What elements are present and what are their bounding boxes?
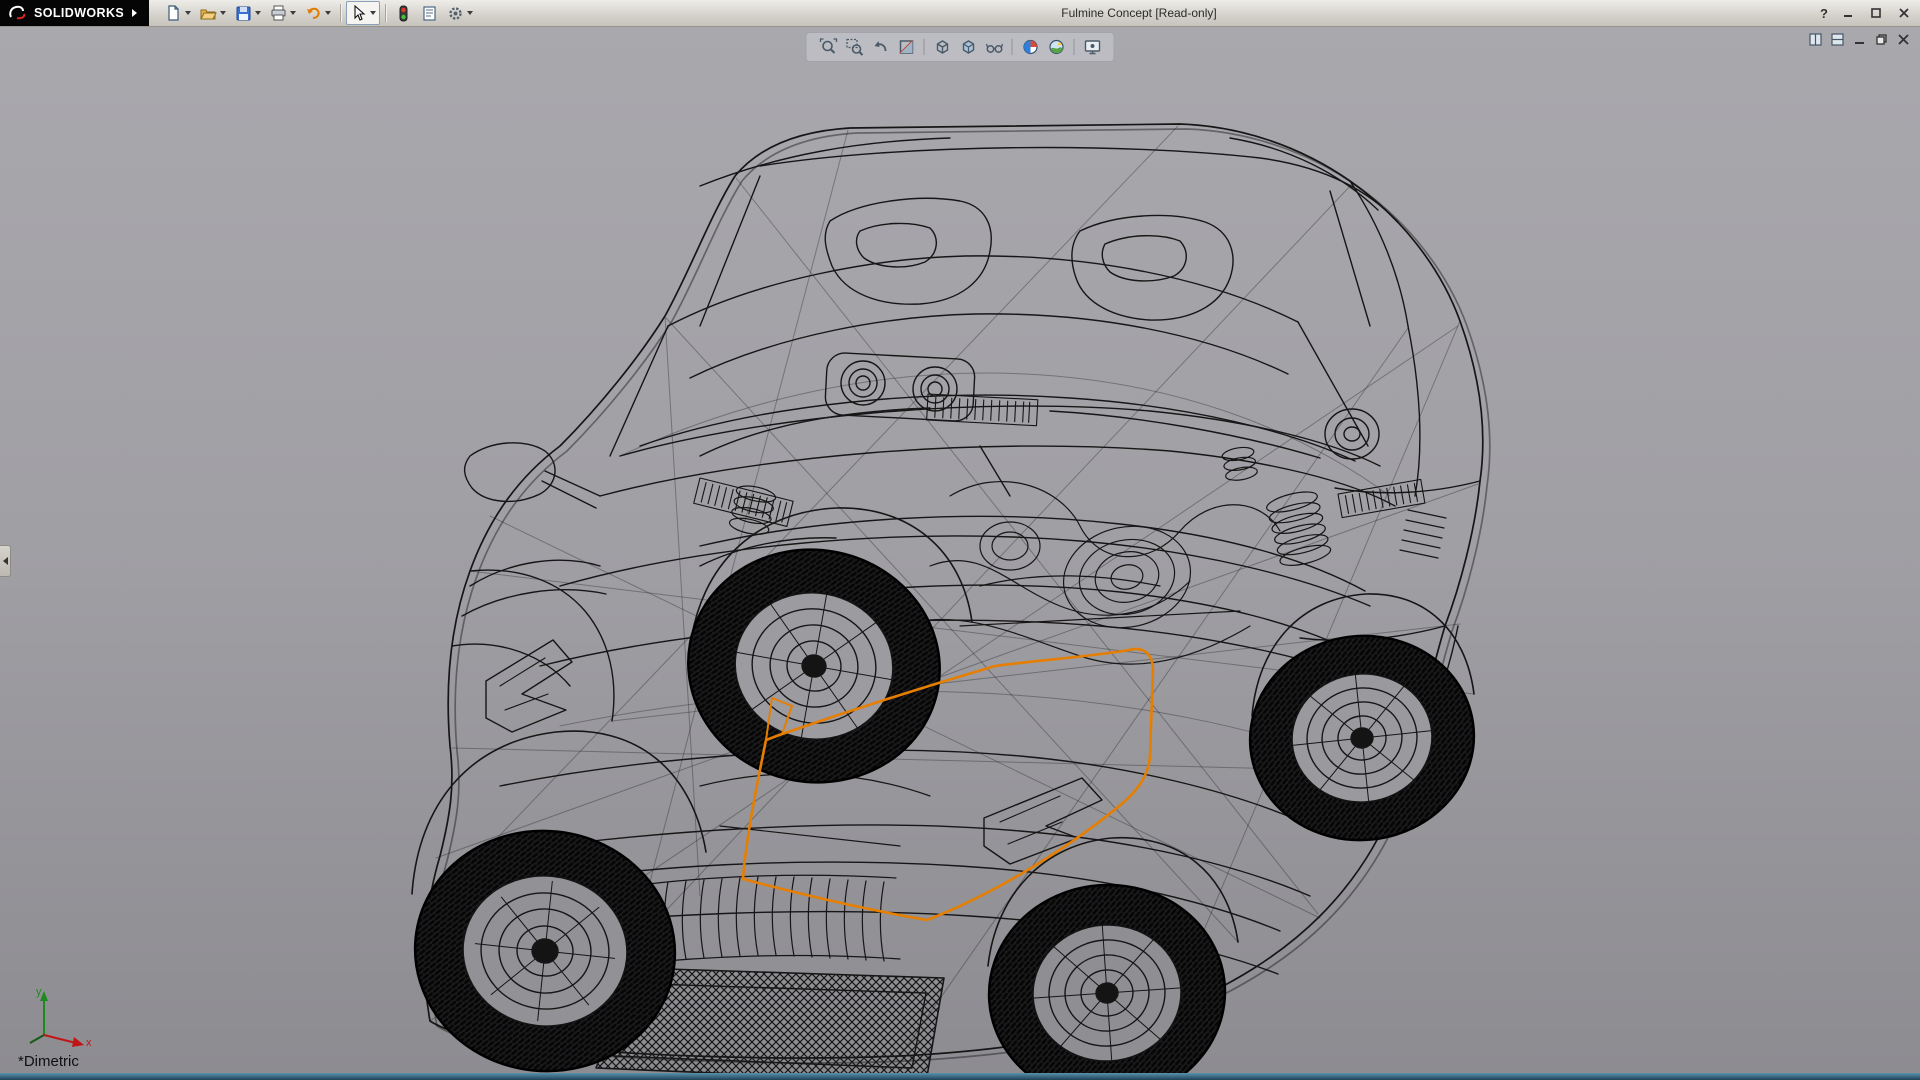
headsup-separator: [1012, 39, 1013, 55]
select-cursor-icon: [350, 5, 367, 22]
zoom-to-area-button[interactable]: [843, 36, 866, 58]
zoom-to-fit-button[interactable]: [817, 36, 840, 58]
help-icon[interactable]: ?: [1820, 6, 1828, 21]
open-folder-icon: [200, 5, 217, 22]
view-settings-button[interactable]: [1081, 36, 1104, 58]
wing-mirror: [465, 443, 600, 508]
view-orientation-cube-icon: [933, 38, 951, 56]
brand-label: SOLIDWORKS: [34, 6, 124, 20]
reference-triad: y x: [22, 983, 98, 1047]
headsup-view-toolbar: [806, 32, 1115, 62]
save-dropdown-icon[interactable]: [255, 11, 261, 15]
options-button[interactable]: [443, 1, 477, 25]
close-document-button[interactable]: [1896, 32, 1911, 47]
window-controls: ?: [1820, 0, 1912, 26]
apply-scene-button[interactable]: [1045, 36, 1068, 58]
wheel-front-right: [982, 877, 1232, 1073]
tile-left-button[interactable]: [1808, 32, 1823, 47]
section-view-button[interactable]: [895, 36, 918, 58]
display-style-icon: [959, 38, 977, 56]
windshield-frame: [610, 176, 1370, 496]
headsup-separator: [1074, 39, 1075, 55]
previous-view-icon: [871, 38, 889, 56]
task-pane-flyout-tab[interactable]: [0, 545, 11, 577]
zoom-to-area-icon: [845, 38, 863, 56]
display-style-button[interactable]: [957, 36, 980, 58]
apply-scene-icon: [1047, 38, 1065, 56]
save-floppy-icon: [235, 5, 252, 22]
graphics-viewport[interactable]: y x *Dimetric: [0, 26, 1920, 1073]
save-button[interactable]: [231, 1, 265, 25]
view-orientation-label: *Dimetric: [18, 1053, 79, 1070]
headsup-separator: [924, 39, 925, 55]
solidworks-logo: SOLIDWORKS: [0, 0, 149, 26]
document-window-controls: [1808, 32, 1911, 47]
file-properties-button[interactable]: [417, 1, 442, 25]
printer-icon: [270, 5, 287, 22]
rebuild-trafficlight-icon: [395, 5, 412, 22]
wheel-rear-left: [670, 530, 958, 802]
toolbar-separator: [340, 4, 341, 22]
undo-arrow-icon: [305, 5, 322, 22]
options-gear-icon: [447, 5, 464, 22]
view-settings-icon: [1083, 38, 1101, 56]
toolbar-separator: [385, 4, 386, 22]
window-title: Fulmine Concept [Read-only]: [1061, 6, 1216, 20]
threeds-logo-icon: [8, 5, 28, 21]
wheel-rear-right: [1240, 625, 1484, 851]
previous-view-button[interactable]: [869, 36, 892, 58]
titlebar: SOLIDWORKS: [0, 0, 1920, 27]
print-button[interactable]: [266, 1, 300, 25]
taskbar-edge-strip: [0, 1073, 1920, 1080]
minimize-button[interactable]: [1840, 5, 1856, 21]
hide-show-glasses-icon: [985, 38, 1003, 56]
print-dropdown-icon[interactable]: [290, 11, 296, 15]
close-button[interactable]: [1896, 5, 1912, 21]
new-document-icon: [165, 5, 182, 22]
triad-x-label: x: [86, 1037, 92, 1047]
maximize-button[interactable]: [1868, 5, 1884, 21]
model-wireframe: [0, 26, 1920, 1073]
file-properties-icon: [421, 5, 438, 22]
restore-document-button[interactable]: [1874, 32, 1889, 47]
options-dropdown-icon[interactable]: [467, 11, 473, 15]
zoom-to-fit-icon: [819, 38, 837, 56]
undo-button[interactable]: [301, 1, 335, 25]
new-document-dropdown-icon[interactable]: [185, 11, 191, 15]
edit-appearance-ball-icon: [1021, 38, 1039, 56]
open-dropdown-icon[interactable]: [220, 11, 226, 15]
select-dropdown-icon[interactable]: [370, 11, 376, 15]
main-toolbar: [149, 1, 477, 25]
menu-expand-icon[interactable]: [132, 9, 137, 17]
section-view-icon: [897, 38, 915, 56]
edit-appearance-button[interactable]: [1019, 36, 1042, 58]
new-document-button[interactable]: [161, 1, 195, 25]
triad-y-label: y: [36, 986, 42, 998]
hide-show-items-button[interactable]: [983, 36, 1006, 58]
select-button[interactable]: [346, 1, 380, 25]
flyout-arrow-icon: [3, 557, 8, 565]
rebuild-button[interactable]: [391, 1, 416, 25]
minimize-document-button[interactable]: [1852, 32, 1867, 47]
open-button[interactable]: [196, 1, 230, 25]
view-orientation-button[interactable]: [931, 36, 954, 58]
tile-right-button[interactable]: [1830, 32, 1845, 47]
undo-dropdown-icon[interactable]: [325, 11, 331, 15]
